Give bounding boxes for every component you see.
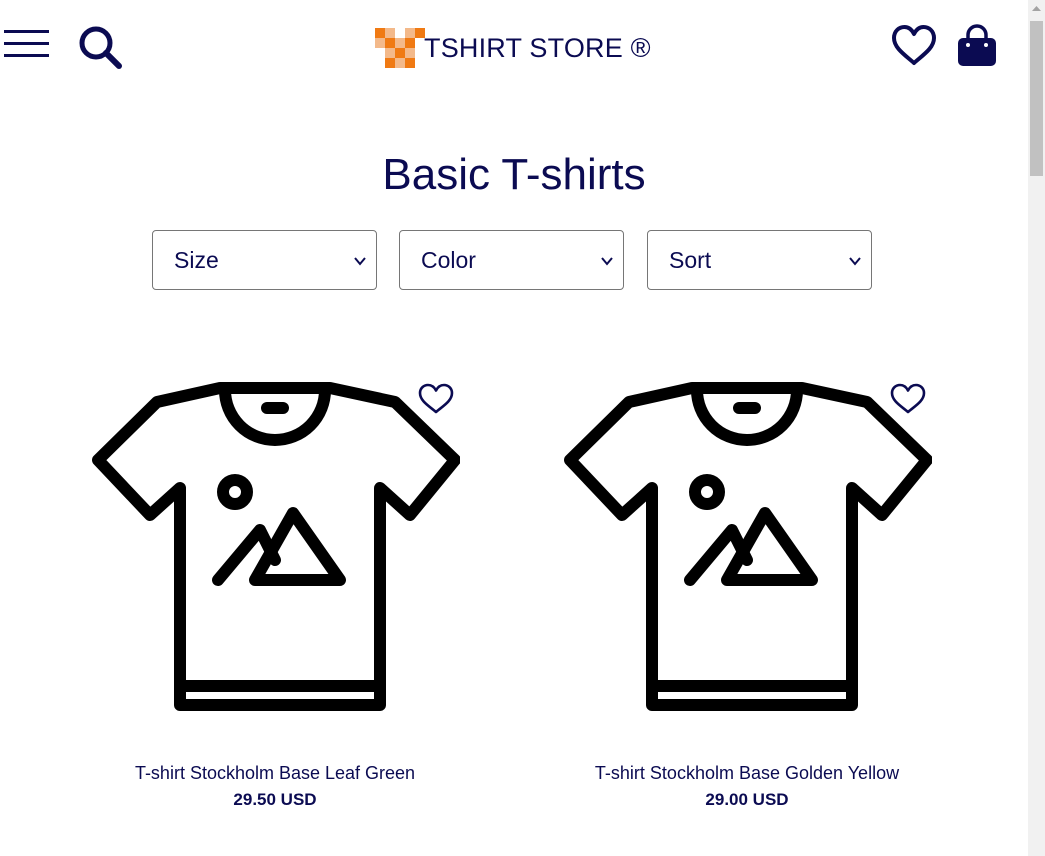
scrollbar-thumb[interactable] — [1030, 21, 1043, 176]
page: TSHIRT STORE ® Basic T-shirts Size Color… — [0, 0, 1028, 856]
scroll-up-arrow-icon[interactable] — [1028, 0, 1045, 17]
add-to-wishlist-icon[interactable] — [418, 383, 454, 415]
sort-select[interactable]: Sort — [647, 230, 872, 290]
tshirt-placeholder-image[interactable] — [562, 380, 932, 720]
brand-link[interactable]: TSHIRT STORE ® — [374, 26, 651, 70]
chevron-down-icon — [601, 257, 613, 266]
vertical-scrollbar[interactable] — [1028, 0, 1045, 856]
browser-viewport: TSHIRT STORE ® Basic T-shirts Size Color… — [0, 0, 1045, 856]
tshirt-placeholder-image[interactable] — [90, 380, 460, 720]
brand-name: TSHIRT STORE ® — [424, 32, 651, 63]
shopping-bag-icon[interactable] — [956, 24, 998, 68]
chevron-down-icon — [354, 257, 366, 266]
heart-icon[interactable] — [891, 25, 937, 67]
site-header: TSHIRT STORE ® — [0, 0, 1028, 92]
size-select-label: Size — [174, 246, 219, 273]
size-select[interactable]: Size — [152, 230, 377, 290]
add-to-wishlist-icon[interactable] — [890, 383, 926, 415]
product-name[interactable]: T-shirt Stockholm Base Leaf Green — [80, 763, 470, 784]
product-card[interactable]: T-shirt Stockholm Base Golden Yellow 29.… — [552, 360, 942, 830]
page-title: Basic T-shirts — [382, 150, 646, 199]
chevron-down-icon — [849, 257, 861, 266]
color-select[interactable]: Color — [399, 230, 624, 290]
store-logo — [375, 28, 425, 68]
search-icon[interactable] — [78, 25, 124, 69]
product-card[interactable]: T-shirt Stockholm Base Leaf Green 29.50 … — [80, 360, 470, 830]
sort-select-label: Sort — [669, 246, 712, 273]
menu-icon[interactable] — [4, 28, 50, 60]
product-price: 29.50 USD — [233, 790, 317, 809]
product-name[interactable]: T-shirt Stockholm Base Golden Yellow — [552, 763, 942, 784]
color-select-label: Color — [421, 246, 476, 273]
product-price: 29.00 USD — [705, 790, 789, 809]
